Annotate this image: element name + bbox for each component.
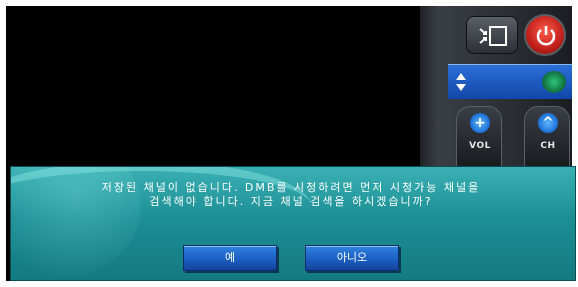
pip-icon <box>479 26 507 46</box>
message-line-2: 검색해야 합니다. 지금 채널 검색을 하시겠습니까? <box>149 195 433 208</box>
channel-up-icon[interactable]: ^ <box>538 113 558 133</box>
power-button[interactable] <box>524 14 566 56</box>
vol-label: VOL <box>469 141 491 151</box>
power-icon <box>536 26 556 46</box>
yes-button[interactable]: 예 <box>183 245 277 271</box>
bottom-strip <box>0 281 578 287</box>
channel-updown-icon <box>456 73 466 91</box>
channel-selector[interactable] <box>448 64 572 99</box>
no-button[interactable]: 아니오 <box>305 245 399 271</box>
message-line-1: 저장된 채널이 없습니다. DMB를 시청하려면 먼저 시청가능 채널을 <box>101 181 481 194</box>
channel-indicator <box>542 71 566 93</box>
video-area <box>6 6 420 166</box>
control-panel: + VOL ^ CH <box>420 6 572 181</box>
pip-button[interactable] <box>466 16 518 54</box>
volume-up-icon[interactable]: + <box>470 113 490 133</box>
ch-label: CH <box>540 141 556 151</box>
no-channel-dialog: 저장된 채널이 없습니다. DMB를 시청하려면 먼저 시청가능 채널을 검색해… <box>10 166 576 281</box>
dialog-message: 저장된 채널이 없습니다. DMB를 시청하려면 먼저 시청가능 채널을 검색해… <box>51 181 531 209</box>
